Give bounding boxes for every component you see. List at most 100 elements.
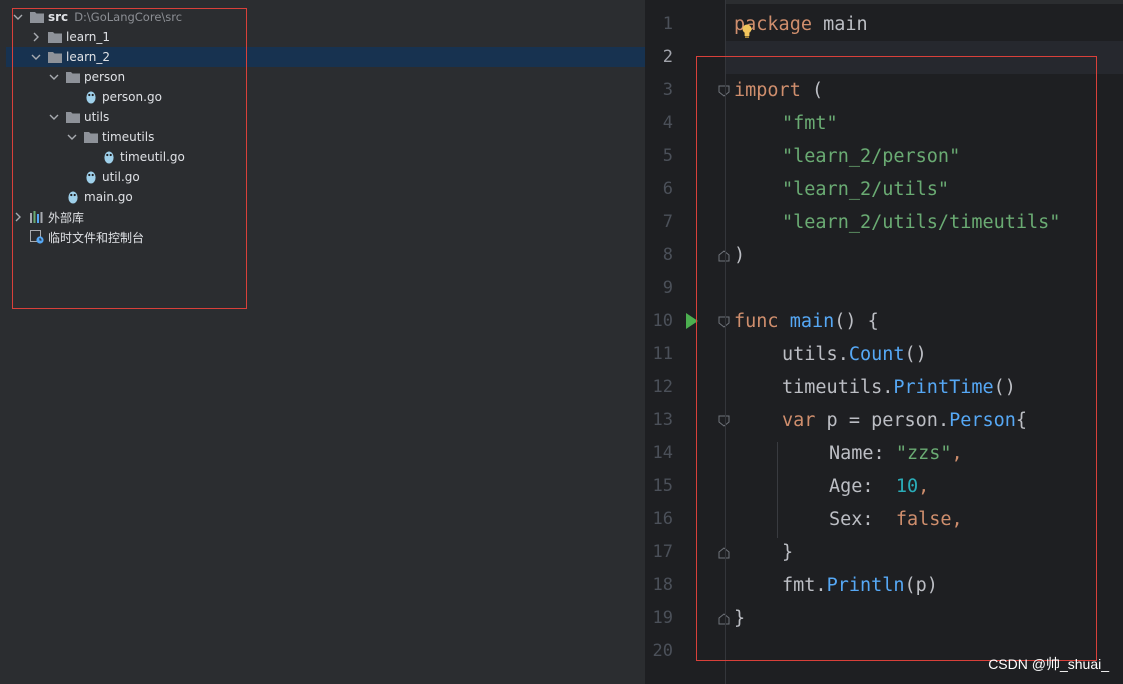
folder-icon — [48, 50, 62, 64]
line-number: 18 — [652, 575, 673, 595]
code-dot: . — [882, 377, 894, 398]
line-number: 20 — [652, 641, 673, 661]
tree-item-person-go[interactable]: person.go — [6, 87, 645, 107]
code-line-16[interactable]: Sex: false, — [829, 503, 963, 536]
tree-root-path: D:\GoLangCore\src — [74, 10, 183, 24]
line-number: 5 — [662, 146, 673, 166]
code-line-10[interactable]: func main() { — [734, 305, 879, 338]
code-comma: , — [951, 443, 963, 464]
go-file-icon — [66, 190, 80, 204]
tree-item-external-libraries[interactable]: 外部库 — [6, 207, 645, 227]
tree-item-label: util.go — [102, 170, 140, 184]
code-line-5[interactable]: "learn_2/person" — [782, 140, 960, 173]
line-number: 3 — [662, 80, 673, 100]
fold-marker-icon[interactable] — [717, 249, 731, 263]
code-call: Println — [826, 575, 905, 596]
fold-marker-icon[interactable] — [717, 315, 731, 329]
tree-item-scratches[interactable]: 临时文件和控制台 — [6, 227, 645, 247]
code-line-17[interactable]: } — [782, 536, 793, 569]
code-field: Age: — [829, 476, 874, 497]
tree-item-label: utils — [84, 110, 110, 124]
run-gutter-icon[interactable] — [685, 313, 699, 329]
fold-marker-icon[interactable] — [717, 612, 731, 626]
line-number: 11 — [652, 344, 673, 364]
chevron-down-icon[interactable] — [12, 11, 24, 23]
code-line-4[interactable]: "fmt" — [782, 107, 838, 140]
code-text: () — [993, 377, 1016, 398]
go-file-icon — [102, 150, 116, 164]
tree-item-utils[interactable]: utils — [6, 107, 645, 127]
code-line-11[interactable]: utils.Count() — [782, 338, 927, 371]
code-type: Person — [949, 410, 1016, 431]
fold-marker-icon[interactable] — [717, 546, 731, 560]
chevron-down-icon[interactable] — [48, 111, 60, 123]
tree-item-label: person — [84, 70, 126, 84]
tree-item-label: learn_2 — [66, 50, 111, 64]
tree-item-util-go[interactable]: util.go — [6, 167, 645, 187]
line-number: 1 — [662, 14, 673, 34]
code-text: (p) — [904, 575, 938, 596]
code-keyword: import — [734, 80, 801, 101]
lightbulb-icon[interactable] — [741, 24, 753, 38]
code-line-3[interactable]: import ( — [734, 74, 823, 107]
tree-item-label: main.go — [84, 190, 133, 204]
chevron-right-icon[interactable] — [12, 211, 24, 223]
chevron-down-icon[interactable] — [48, 71, 60, 83]
tree-item-timeutil-go[interactable]: timeutil.go — [6, 147, 645, 167]
gutter-divider — [725, 0, 726, 684]
chevron-down-icon[interactable] — [30, 51, 42, 63]
code-editor[interactable]: 1 2 3 4 5 6 7 8 9 10 11 12 13 14 15 16 1… — [645, 0, 1123, 684]
tree-item-person[interactable]: person — [6, 67, 645, 87]
code-line-12[interactable]: timeutils.PrintTime() — [782, 371, 1016, 404]
code-string: "zzs" — [895, 443, 952, 464]
external-libraries-icon — [30, 210, 44, 224]
go-file-icon — [84, 90, 98, 104]
code-package: utils — [782, 344, 838, 365]
tree-item-timeutils[interactable]: timeutils — [6, 127, 645, 147]
chevron-right-icon[interactable] — [30, 31, 42, 43]
folder-icon — [84, 130, 98, 144]
code-line-19[interactable]: } — [734, 602, 745, 635]
code-boolean: false — [895, 509, 952, 530]
code-text: main — [811, 14, 868, 35]
line-number: 7 — [662, 212, 673, 232]
code-line-15[interactable]: Age: 10, — [829, 470, 929, 503]
tree-item-label: 外部库 — [48, 210, 85, 225]
code-line-14[interactable]: Name: "zzs", — [829, 437, 963, 470]
folder-icon — [30, 10, 44, 24]
indent-guide — [777, 442, 778, 538]
line-number: 6 — [662, 179, 673, 199]
code-keyword: func — [734, 311, 779, 332]
code-line-8[interactable]: ) — [734, 239, 745, 272]
tree-item-learn-1[interactable]: learn_1 — [6, 27, 645, 47]
tree-item-src[interactable]: src D:\GoLangCore\src — [6, 7, 645, 27]
line-number: 2 — [662, 47, 673, 67]
folder-icon — [48, 30, 62, 44]
line-number: 14 — [652, 443, 673, 463]
code-line-7[interactable]: "learn_2/utils/timeutils" — [782, 206, 1060, 239]
fold-marker-icon[interactable] — [717, 414, 731, 428]
code-package: timeutils — [782, 377, 883, 398]
project-tree-panel: src D:\GoLangCore\src learn_1 learn_2 pe… — [0, 0, 645, 684]
code-line-18[interactable]: fmt.Println(p) — [782, 569, 938, 602]
line-number: 19 — [652, 608, 673, 628]
folder-icon — [66, 110, 80, 124]
code-line-1[interactable]: package main — [734, 8, 868, 41]
code-text: () { — [834, 311, 879, 332]
code-line-6[interactable]: "learn_2/utils" — [782, 173, 949, 206]
tree-item-learn-2[interactable]: learn_2 — [6, 47, 645, 67]
code-comma: , — [918, 476, 930, 497]
tree-item-main-go[interactable]: main.go — [6, 187, 645, 207]
line-number: 4 — [662, 113, 673, 133]
line-number: 15 — [652, 476, 673, 496]
code-text: { — [1015, 410, 1028, 431]
code-line-13[interactable]: var p = person.Person{ — [782, 404, 1027, 437]
current-line-highlight — [725, 41, 1123, 74]
go-file-icon — [84, 170, 98, 184]
chevron-down-icon[interactable] — [66, 131, 78, 143]
fold-marker-icon[interactable] — [717, 84, 731, 98]
